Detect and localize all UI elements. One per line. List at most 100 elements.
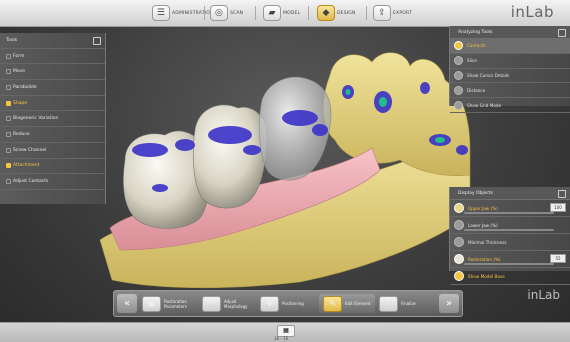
restoration-icon xyxy=(454,254,464,264)
minimal-thickness-toggle[interactable]: Minimal Thickness xyxy=(450,234,570,251)
lower-jaw-slider[interactable]: Lower Jaw (%) xyxy=(450,217,570,234)
tool-icon xyxy=(6,69,11,75)
tool-label: Form xyxy=(13,53,25,59)
analyzing-label: Distance xyxy=(467,87,486,93)
tool-label: Biogeneric Variation xyxy=(13,116,59,122)
tool-icon xyxy=(6,147,11,153)
tools-panel-title: Tools xyxy=(6,37,18,43)
tool-screw-channel[interactable]: Screw Channel xyxy=(0,143,105,159)
slider-track[interactable] xyxy=(464,212,554,214)
minimal-thickness-icon xyxy=(454,237,464,247)
tools-panel: Tools Form Move Parabolide Shape Biogene… xyxy=(0,33,106,204)
display-objects-panel: Display Objects Upper Jaw (%) 100 Lower … xyxy=(449,187,570,285)
phase-finalize[interactable]: ✓ Finalize xyxy=(379,294,416,313)
upper-jaw-slider[interactable]: Upper Jaw (%) 100 xyxy=(450,200,570,217)
tool-icon xyxy=(6,163,11,169)
tool-icon xyxy=(6,131,11,137)
slider-track[interactable] xyxy=(464,229,554,231)
tool-icon xyxy=(6,100,11,106)
finalize-icon: ✓ xyxy=(379,295,398,312)
tool-icon xyxy=(6,84,11,90)
slider-value[interactable]: 55 xyxy=(550,254,566,263)
phase-label: Finalize xyxy=(401,301,416,306)
tool-icon xyxy=(6,116,11,122)
analyzing-tools-header[interactable]: Analyzing Tools xyxy=(450,26,570,39)
step-model[interactable]: ▰ MODEL xyxy=(263,3,300,23)
tools-panel-header[interactable]: Tools xyxy=(0,33,105,49)
tool-adjust-contacts[interactable]: Adjust Contacts xyxy=(0,174,105,190)
scan-icon: ◎ xyxy=(210,5,228,21)
display-objects-header[interactable]: Display Objects xyxy=(450,187,570,200)
model-icon: ▰ xyxy=(263,5,281,21)
app-logo: inLab xyxy=(510,3,554,21)
pin-icon[interactable] xyxy=(93,37,101,45)
step-label: DESIGN xyxy=(337,10,356,16)
phase-label: Positioning xyxy=(282,301,304,306)
phase-label: Restoration Parameters xyxy=(164,298,187,309)
positioning-icon: ✥ xyxy=(260,295,279,312)
tooth-premolar-1 xyxy=(192,104,267,209)
tool-icon xyxy=(6,53,11,59)
phase-edit-element[interactable]: ✎ Edit Element xyxy=(319,294,375,313)
tool-parabolide[interactable]: Parabolide xyxy=(0,80,105,96)
analyzing-grid-mode[interactable]: Show Grid Mode xyxy=(450,98,570,113)
tool-label: Reduce xyxy=(13,131,30,137)
step-label: MODEL xyxy=(283,10,301,16)
tool-shape[interactable]: Shape xyxy=(0,96,105,112)
distance-icon xyxy=(454,85,463,95)
edit-element-icon: ✎ xyxy=(323,295,342,312)
tool-move[interactable]: Move xyxy=(0,64,105,81)
tool-label: Adjust Contacts xyxy=(13,179,49,185)
analyzing-distance[interactable]: Distance xyxy=(450,83,570,99)
slider-label: Minimal Thickness xyxy=(468,239,507,245)
tool-biogeneric-variation[interactable]: Biogeneric Variation xyxy=(0,111,105,128)
step-label: ADMINISTRATION xyxy=(172,10,214,16)
show-model-base-toggle[interactable]: Show Model Base xyxy=(450,268,570,285)
phase-adjust-morphology[interactable]: ◠ Adjust Morphology xyxy=(202,294,258,313)
watermark-logo: inLab xyxy=(527,288,560,302)
tool-attachment[interactable]: Attachment xyxy=(0,159,105,175)
step-label: SCAN xyxy=(230,10,244,16)
restoration-slider[interactable]: Restoration (%) 55 xyxy=(450,251,570,268)
grid-mode-icon xyxy=(454,100,463,110)
tool-label: Screw Channel xyxy=(13,147,47,153)
phase-positioning[interactable]: ✥ Positioning xyxy=(260,294,304,313)
upper-jaw-icon xyxy=(454,203,464,213)
slider-track[interactable] xyxy=(464,263,554,265)
slider-value[interactable]: 100 xyxy=(550,203,566,212)
tool-reduce[interactable]: Reduce xyxy=(0,127,105,143)
next-phase-button[interactable]: » xyxy=(439,294,459,313)
slider-label: Upper Jaw (%) xyxy=(468,205,498,211)
analyzing-cursor-details[interactable]: Show Cursor Details xyxy=(450,69,570,84)
previous-phase-button[interactable]: « xyxy=(117,294,137,313)
analyzing-label: Show Grid Mode xyxy=(467,102,502,108)
lower-jaw-icon xyxy=(454,220,464,230)
slider-label: Restoration (%) xyxy=(468,256,501,262)
phase-bar: « ▣ Restoration Parameters ◠ Adjust Morp… xyxy=(113,290,463,317)
step-export[interactable]: ⇪ EXPORT xyxy=(373,3,412,23)
administration-icon: ☰ xyxy=(152,5,170,21)
tool-icon xyxy=(6,179,11,185)
analyzing-label: Slice xyxy=(467,58,477,64)
pin-icon[interactable] xyxy=(558,29,566,37)
step-label: EXPORT xyxy=(393,10,412,16)
phase-restoration-parameters[interactable]: ▣ Restoration Parameters xyxy=(142,294,200,313)
slider-label: Show Model Base xyxy=(468,273,505,279)
analyzing-contacts[interactable]: Contacts xyxy=(450,39,570,54)
restoration-parameters-icon: ▣ xyxy=(142,295,161,312)
footer-bar: ▦ 16 - 16 xyxy=(0,322,570,342)
cursor-details-icon xyxy=(454,70,463,80)
analyzing-tools-title: Analyzing Tools xyxy=(458,29,493,35)
display-objects-title: Display Objects xyxy=(458,190,494,196)
analyzing-tools-panel: Analyzing Tools Contacts Slice Show Curs… xyxy=(449,26,570,113)
phase-label: Edit Element xyxy=(345,301,371,306)
contacts-icon xyxy=(454,41,463,51)
step-scan[interactable]: ◎ SCAN xyxy=(210,3,243,23)
pin-icon[interactable] xyxy=(558,190,566,198)
3d-viewport[interactable]: ☰ ADMINISTRATION ◎ SCAN ▰ MODEL ◆ DESIGN… xyxy=(0,0,570,342)
analyzing-slice[interactable]: Slice xyxy=(450,54,570,69)
adjust-morphology-icon: ◠ xyxy=(202,295,221,312)
step-design[interactable]: ◆ DESIGN xyxy=(317,3,356,23)
page-indicator: 16 - 16 xyxy=(274,336,289,341)
tool-form[interactable]: Form xyxy=(0,49,105,65)
